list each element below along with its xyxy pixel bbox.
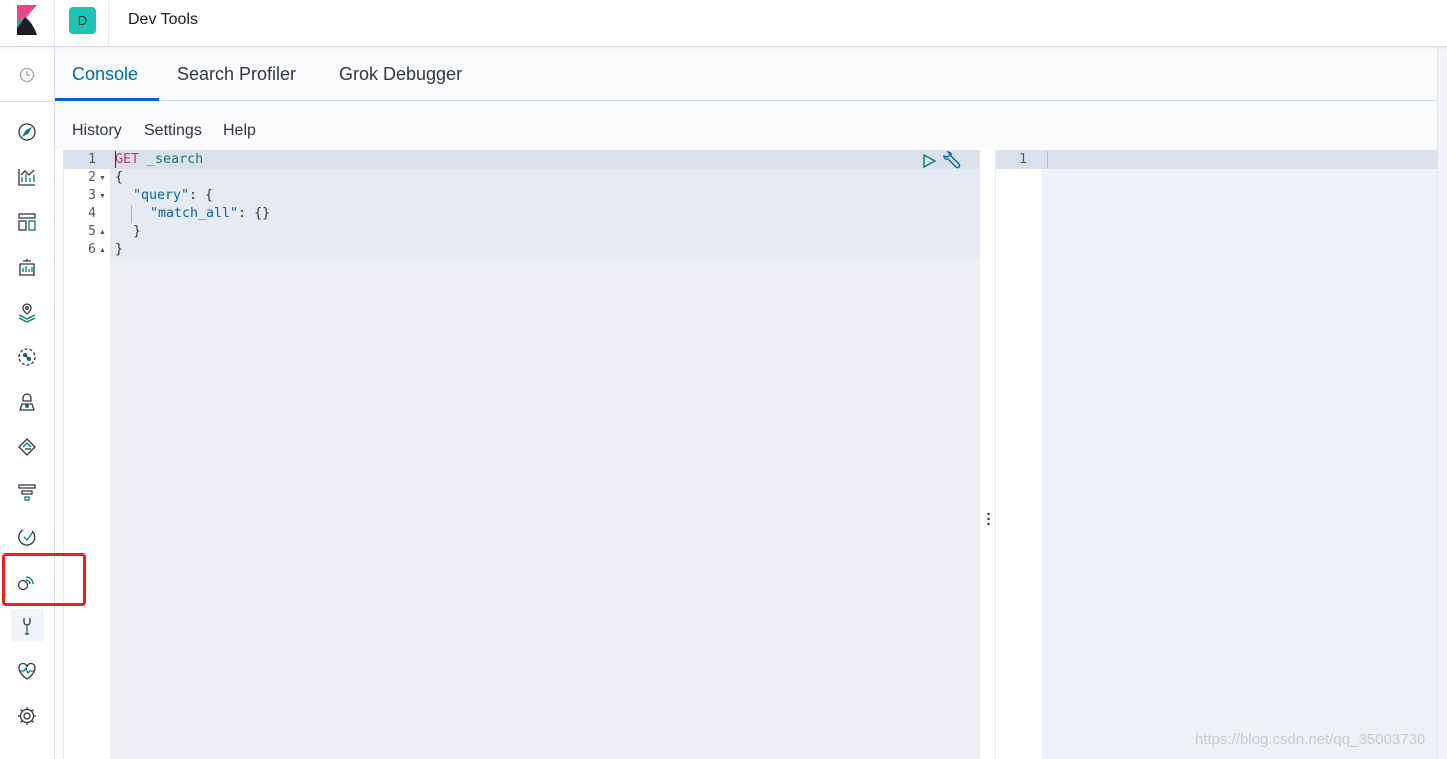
fold-toggle-icon[interactable]: ▲ bbox=[99, 242, 106, 260]
code-line-3: "query": { bbox=[133, 187, 213, 205]
pane-resizer[interactable] bbox=[979, 150, 996, 759]
discover-compass-icon[interactable] bbox=[15, 120, 39, 144]
settings-link[interactable]: Settings bbox=[144, 122, 202, 140]
json-key: "match_all" bbox=[150, 206, 239, 221]
line-number: 5 bbox=[88, 224, 96, 239]
canvas-icon[interactable] bbox=[15, 255, 39, 279]
output-line-number: 1 bbox=[1019, 152, 1027, 167]
management-gear-icon[interactable] bbox=[15, 704, 39, 728]
code-punct: : {} bbox=[238, 206, 271, 221]
request-url: _search bbox=[147, 152, 204, 167]
code-line-4: "match_all": {} bbox=[150, 205, 270, 223]
line-number: 6 bbox=[88, 242, 96, 257]
line-number: 4 bbox=[88, 206, 96, 221]
maps-icon[interactable] bbox=[15, 300, 39, 324]
dashboard-icon[interactable] bbox=[15, 210, 39, 234]
output-gutter bbox=[996, 150, 1042, 759]
wrench-icon[interactable] bbox=[941, 151, 963, 171]
space-avatar[interactable]: D bbox=[69, 7, 96, 34]
side-nav bbox=[0, 47, 55, 759]
kibana-logo[interactable] bbox=[14, 5, 40, 35]
top-header: D Dev Tools bbox=[0, 0, 1447, 47]
code-line-1: GET _search bbox=[115, 151, 203, 169]
visualize-chart-icon[interactable] bbox=[15, 165, 39, 189]
watermark: https://blog.csdn.net/qq_35003730 bbox=[1195, 731, 1426, 748]
line-number: 1 bbox=[88, 152, 96, 167]
output-active-line bbox=[996, 150, 1440, 169]
code-line-5: } bbox=[133, 223, 141, 241]
header-divider bbox=[54, 0, 55, 47]
monitoring-heartbeat-icon[interactable] bbox=[15, 659, 39, 683]
clock-icon[interactable] bbox=[15, 63, 39, 87]
code-punct: } bbox=[115, 242, 124, 257]
line-number: 2 bbox=[88, 170, 96, 185]
fold-toggle-icon[interactable]: ▼ bbox=[99, 188, 106, 206]
code-punct: : { bbox=[189, 188, 214, 203]
code-punct: { bbox=[115, 170, 124, 185]
help-link[interactable]: Help bbox=[223, 122, 256, 140]
history-link[interactable]: History bbox=[72, 122, 122, 140]
tab-grok-debugger[interactable]: Grok Debugger bbox=[339, 47, 462, 101]
drag-handle-icon[interactable] bbox=[987, 512, 990, 526]
text-cursor bbox=[115, 151, 116, 168]
code-punct: } bbox=[133, 224, 142, 239]
machine-learning-icon[interactable] bbox=[15, 345, 39, 369]
logs-icon[interactable] bbox=[15, 435, 39, 459]
apm-icon[interactable] bbox=[15, 480, 39, 504]
tab-console[interactable]: Console bbox=[72, 47, 138, 101]
output-cursor bbox=[1047, 151, 1048, 168]
highlight-annotation-box bbox=[2, 553, 86, 606]
console-menu: History Settings Help bbox=[55, 101, 1447, 148]
code-line-2: { bbox=[115, 169, 123, 187]
dev-tools-wrench-icon[interactable] bbox=[15, 614, 39, 638]
response-output[interactable] bbox=[1042, 150, 1437, 759]
line-number: 3 bbox=[88, 188, 96, 203]
header-divider bbox=[108, 0, 109, 47]
play-icon[interactable] bbox=[920, 152, 938, 170]
json-key: "query" bbox=[133, 188, 190, 203]
http-method: GET bbox=[115, 152, 140, 167]
infrastructure-icon[interactable] bbox=[15, 390, 39, 414]
uptime-icon[interactable] bbox=[15, 525, 39, 549]
fold-toggle-icon[interactable]: ▲ bbox=[99, 224, 106, 242]
page-scrollbar[interactable] bbox=[1437, 47, 1447, 759]
tab-search-profiler[interactable]: Search Profiler bbox=[177, 47, 296, 101]
dev-tools-tab-bar: Console Search Profiler Grok Debugger bbox=[55, 47, 1447, 101]
fold-toggle-icon[interactable]: ▼ bbox=[99, 170, 106, 188]
indent-guide bbox=[131, 205, 132, 223]
code-line-6: } bbox=[115, 241, 123, 259]
breadcrumb-app-title: Dev Tools bbox=[128, 11, 198, 28]
nav-divider bbox=[0, 101, 55, 102]
